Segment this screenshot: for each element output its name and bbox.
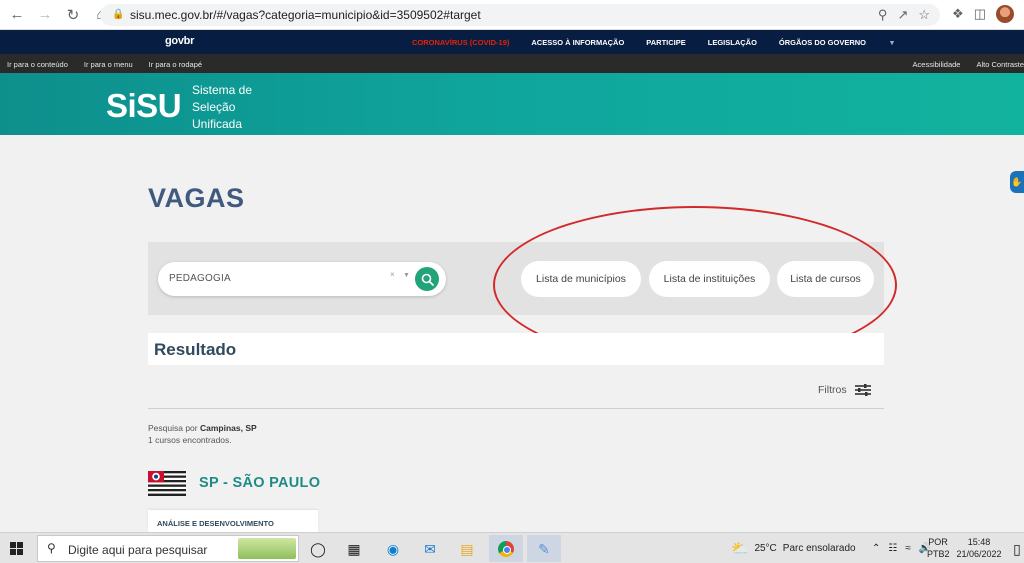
search-icon xyxy=(421,273,434,286)
share-icon[interactable]: ↗ xyxy=(897,7,908,23)
course-card[interactable]: ANÁLISE E DESENVOLVIMENTO xyxy=(148,510,318,532)
skip-to-footer-link[interactable]: Ir para o rodapé xyxy=(149,60,202,69)
results-count: 1 cursos encontrados. xyxy=(148,435,232,445)
gov-link-participe[interactable]: PARTICIPE xyxy=(646,38,685,47)
gov-link-acesso[interactable]: ACESSO À INFORMAÇÃO xyxy=(531,38,624,47)
gov-links: CORONAVÍRUS (COVID-19) ACESSO À INFORMAÇ… xyxy=(412,30,938,54)
forward-arrow-icon[interactable]: → xyxy=(34,4,56,26)
weather-widget[interactable]: ⛅ 25°C Parc ensolarado xyxy=(731,533,856,563)
gov-link-orgaos[interactable]: ÓRGÃOS DO GOVERNO ▾ xyxy=(779,38,916,47)
search-by-prefix: Pesquisa por xyxy=(148,423,198,433)
course-search-input[interactable]: PEDAGOGIA × ▼ xyxy=(158,262,446,296)
taskbar-clock[interactable]: 15:48 21/06/2022 xyxy=(955,536,1003,560)
weather-temp: 25°C xyxy=(754,543,777,554)
sisu-subtitle: Sistema de Seleção Unificada xyxy=(192,82,252,133)
zoom-icon[interactable]: ⚲ xyxy=(878,7,888,23)
partly-sunny-icon: ⛅ xyxy=(731,540,749,556)
bookmark-star-icon[interactable]: ☆ xyxy=(918,7,930,23)
clear-x-icon[interactable]: × xyxy=(390,270,395,279)
gov-link-legislacao[interactable]: LEGISLAÇÃO xyxy=(708,38,757,47)
network-icon[interactable]: ☷ xyxy=(888,543,897,554)
taskbar-search-box[interactable]: ⚲ Digite aqui para pesquisar xyxy=(37,535,299,562)
sisu-subtitle-line: Unificada xyxy=(192,117,243,131)
windows-start-icon[interactable] xyxy=(10,542,23,555)
system-tray: ⌃ ☷ ≈ 🔊 xyxy=(872,533,931,563)
sisu-logo[interactable]: SiSU xyxy=(106,88,182,124)
vlibras-accessibility-widget[interactable]: ✋ xyxy=(1010,171,1024,193)
course-title: ANÁLISE E DESENVOLVIMENTO xyxy=(157,519,274,528)
language-bottom: PTB2 xyxy=(927,549,950,559)
sisu-subtitle-line: Sistema de xyxy=(192,83,253,97)
skip-to-menu-link[interactable]: Ir para o menu xyxy=(84,60,133,69)
state-name: SP - SÃO PAULO xyxy=(199,475,321,491)
file-explorer-icon[interactable]: ▤ xyxy=(458,540,476,558)
sisu-subtitle-line: Seleção xyxy=(192,100,236,114)
high-contrast-link[interactable]: Alto Contraste xyxy=(976,60,1024,69)
gov-top-bar: govbr CORONAVÍRUS (COVID-19) ACESSO À IN… xyxy=(0,30,1024,54)
notification-icon[interactable]: ▯ xyxy=(1008,540,1024,558)
address-bar[interactable]: 🔒 sisu.mec.gov.br/#/vagas?categoria=muni… xyxy=(100,4,940,26)
back-arrow-icon[interactable]: ← xyxy=(6,4,28,26)
chevron-up-icon[interactable]: ⌃ xyxy=(872,543,880,554)
windows-taskbar: ⚲ Digite aqui para pesquisar ◯ ▦ ◉ ✉ ▤ ✎… xyxy=(0,532,1024,563)
weather-desc: Parc ensolarado xyxy=(782,543,856,554)
clock-date: 21/06/2022 xyxy=(956,549,1002,559)
dropdown-caret-icon[interactable]: ▼ xyxy=(403,272,410,279)
mail-icon[interactable]: ✉ xyxy=(421,540,439,558)
task-view-icon[interactable]: ▦ xyxy=(345,540,363,558)
accessibility-link[interactable]: Acessibilidade xyxy=(913,60,961,69)
sao-paulo-flag-icon xyxy=(148,471,186,496)
gov-link-covid[interactable]: CORONAVÍRUS (COVID-19) xyxy=(412,38,509,47)
filters-label: Filtros xyxy=(818,384,847,396)
extensions-puzzle-icon[interactable]: ❖ xyxy=(952,6,964,22)
search-icon: ⚲ xyxy=(47,541,56,555)
sliders-icon xyxy=(854,384,871,396)
result-title: Resultado xyxy=(154,340,237,359)
side-panel-icon[interactable]: ◫ xyxy=(974,6,986,22)
clock-time: 15:48 xyxy=(967,537,991,547)
search-input-value: PEDAGOGIA xyxy=(169,273,231,284)
reload-icon[interactable]: ↻ xyxy=(62,4,84,26)
search-info: Pesquisa por Campinas, SP 1 cursos encon… xyxy=(148,422,257,446)
language-indicator[interactable]: POR PTB2 xyxy=(927,536,950,560)
filters-toggle[interactable]: Filtros xyxy=(818,384,871,396)
profile-avatar[interactable] xyxy=(996,5,1014,23)
sisu-header: SiSU Sistema de Seleção Unificada xyxy=(0,73,1024,135)
language-top: POR xyxy=(928,537,948,547)
url-text: sisu.mec.gov.br/#/vagas?categoria=munici… xyxy=(130,8,481,22)
search-by-place: Campinas, SP xyxy=(200,423,257,433)
search-by-line: Pesquisa por Campinas, SP xyxy=(148,422,257,434)
search-button[interactable] xyxy=(415,267,439,291)
page-title: VAGAS xyxy=(148,183,245,213)
accessibility-bar: Ir para o conteúdo Ir para o menu Ir par… xyxy=(0,54,1024,73)
result-header: Resultado xyxy=(148,333,884,365)
edge-icon[interactable]: ◉ xyxy=(384,540,402,558)
chrome-icon[interactable] xyxy=(497,540,515,558)
skip-to-content-link[interactable]: Ir para o conteúdo xyxy=(7,60,68,69)
chevron-down-icon: ▾ xyxy=(890,37,894,47)
lock-icon: 🔒 xyxy=(112,9,125,20)
govbr-logo[interactable]: govbr xyxy=(165,35,194,47)
wifi-icon[interactable]: ≈ xyxy=(905,543,911,554)
chrome-logo xyxy=(498,541,514,557)
browser-toolbar: ← → ↻ ⌂ 🔒 sisu.mec.gov.br/#/vagas?catego… xyxy=(0,0,1024,30)
paint-icon[interactable]: ✎ xyxy=(535,540,553,558)
cortana-circle-icon[interactable]: ◯ xyxy=(309,540,327,558)
gov-link-orgaos-label: ÓRGÃOS DO GOVERNO xyxy=(778,37,867,47)
divider xyxy=(148,408,884,409)
taskbar-search-placeholder: Digite aqui para pesquisar xyxy=(68,543,208,557)
search-highlight-image xyxy=(238,538,296,559)
